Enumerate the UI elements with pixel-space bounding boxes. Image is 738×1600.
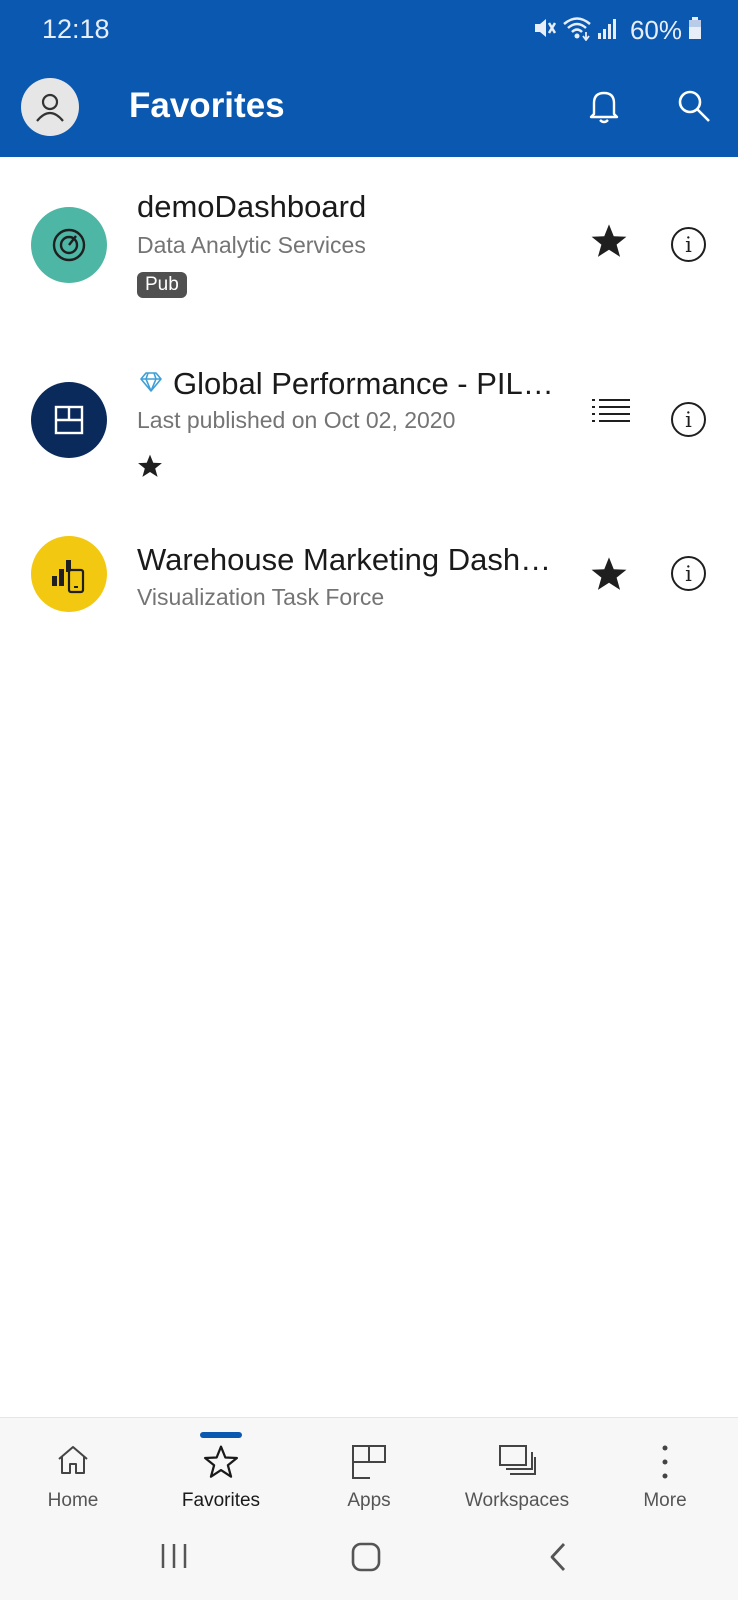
- nav-label: Home: [47, 1490, 99, 1511]
- item-title: Warehouse Marketing Dash…: [137, 542, 552, 577]
- battery-percent: 60%: [629, 14, 682, 45]
- report-thumbnail: [31, 536, 107, 612]
- item-subtitle: Visualization Task Force: [137, 584, 385, 610]
- list-icon: [592, 399, 630, 422]
- recents-button[interactable]: [160, 1541, 188, 1576]
- nav-label: Favorites: [181, 1490, 261, 1511]
- info-icon: i: [685, 407, 692, 432]
- page-title: Favorites: [129, 86, 285, 125]
- bottom-navigation: Home Favorites Apps Workspaces More: [0, 1417, 738, 1519]
- nav-workspaces[interactable]: Workspaces: [452, 1418, 582, 1520]
- info-icon: i: [685, 232, 692, 257]
- star-filled-icon: [591, 557, 627, 590]
- person-icon: [36, 93, 64, 122]
- nav-apps[interactable]: Apps: [304, 1418, 434, 1520]
- pub-badge: Pub: [137, 272, 187, 298]
- system-navigation-bar: [0, 1519, 738, 1600]
- home-icon: [58, 1446, 88, 1474]
- more-vertical-icon: [662, 1445, 668, 1479]
- signal-icon: [596, 16, 620, 45]
- info-button[interactable]: i: [671, 402, 706, 437]
- premium-diamond-icon: [139, 371, 163, 398]
- app-icon: [54, 405, 84, 435]
- battery-icon: [688, 16, 702, 45]
- bell-icon: [589, 91, 619, 124]
- wifi-icon: [562, 15, 592, 46]
- back-chevron-icon: [550, 1543, 566, 1571]
- star-filled-icon: [591, 224, 627, 257]
- unfavorite-button[interactable]: [590, 555, 628, 598]
- item-subtitle: Last published on Oct 02, 2020: [137, 407, 456, 433]
- home-square-icon: [351, 1542, 381, 1572]
- recents-icon: [161, 1544, 187, 1568]
- home-system-button[interactable]: [350, 1541, 382, 1578]
- search-button[interactable]: [676, 88, 712, 129]
- mobile-report-icon: [52, 560, 85, 594]
- notifications-button[interactable]: [588, 88, 620, 129]
- unfavorite-button[interactable]: [590, 222, 628, 265]
- list-item[interactable]: Global Performance - PIL… Last published…: [0, 335, 738, 495]
- item-title: demoDashboard: [137, 189, 367, 224]
- workspaces-icon: [499, 1445, 536, 1475]
- item-subtitle: Data Analytic Services: [137, 232, 366, 258]
- info-icon: i: [685, 561, 692, 586]
- apps-icon: [352, 1445, 386, 1479]
- item-title: Global Performance - PIL…: [173, 366, 554, 401]
- gauge-icon: [52, 228, 86, 262]
- nav-label: Apps: [347, 1490, 391, 1511]
- nav-label: Workspaces: [464, 1490, 570, 1511]
- list-item[interactable]: demoDashboard Data Analytic Services Pub: [0, 160, 738, 320]
- info-button[interactable]: i: [671, 556, 706, 591]
- profile-avatar-button[interactable]: [21, 78, 79, 136]
- app-contents-button[interactable]: [591, 397, 631, 430]
- nav-more[interactable]: More: [600, 1418, 730, 1520]
- nav-home[interactable]: Home: [8, 1418, 138, 1520]
- info-button[interactable]: i: [671, 227, 706, 262]
- back-button[interactable]: [547, 1541, 569, 1578]
- status-icons: 60%: [532, 8, 738, 52]
- star-outline-icon: [203, 1445, 239, 1478]
- nav-label: More: [643, 1490, 687, 1511]
- app-header: 12:18 60% Favorites: [0, 0, 738, 157]
- search-icon: [678, 90, 710, 122]
- list-item[interactable]: Warehouse Marketing Dash… Visualization …: [0, 510, 738, 620]
- mute-icon: [532, 15, 557, 46]
- status-time: 12:18: [42, 14, 110, 44]
- nav-favorites[interactable]: Favorites: [156, 1418, 286, 1520]
- dashboard-thumbnail: [31, 207, 107, 283]
- star-filled-icon: [137, 453, 163, 484]
- app-thumbnail: [31, 382, 107, 458]
